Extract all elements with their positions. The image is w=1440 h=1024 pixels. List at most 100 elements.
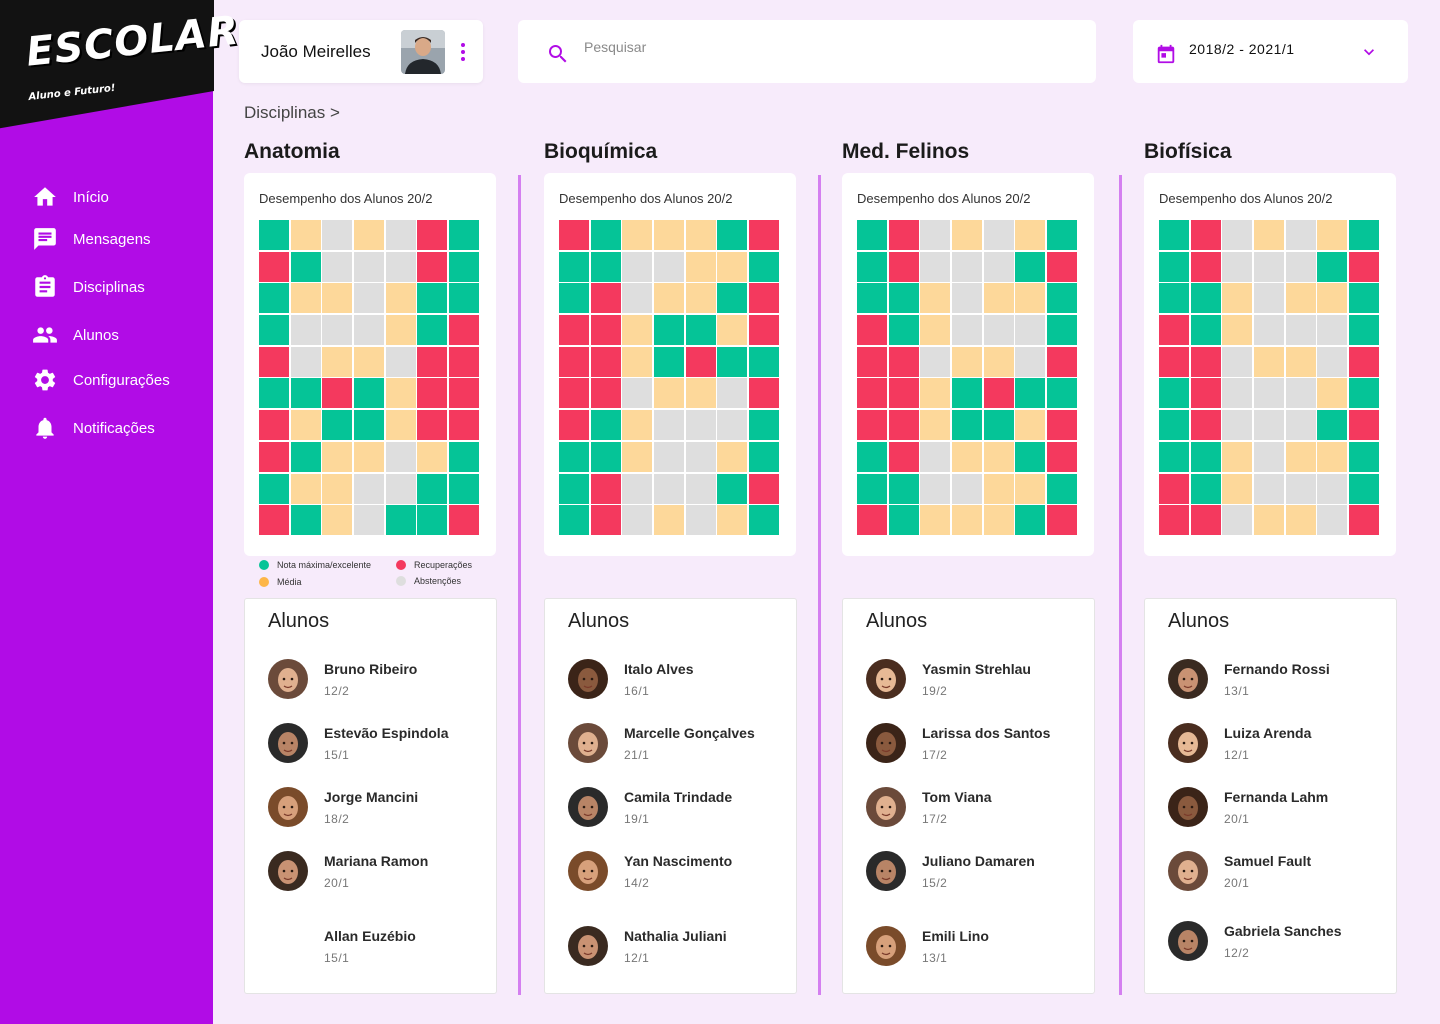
grid-cell[interactable]: [1047, 378, 1078, 409]
grid-cell[interactable]: [559, 378, 589, 409]
grid-cell[interactable]: [354, 473, 385, 504]
grid-cell[interactable]: [449, 473, 480, 504]
grid-cell[interactable]: [1047, 473, 1078, 504]
grid-cell[interactable]: [1254, 315, 1285, 346]
grid-cell[interactable]: [385, 410, 416, 441]
user-avatar[interactable]: [401, 29, 445, 74]
grid-cell[interactable]: [685, 473, 716, 504]
grid-cell[interactable]: [1222, 315, 1253, 346]
grid-cell[interactable]: [385, 220, 416, 250]
grid-cell[interactable]: [654, 473, 685, 504]
grid-cell[interactable]: [1159, 378, 1189, 409]
grid-cell[interactable]: [449, 441, 480, 472]
grid-cell[interactable]: [857, 283, 887, 314]
grid-cell[interactable]: [1349, 220, 1380, 250]
grid-cell[interactable]: [590, 315, 621, 346]
grid-cell[interactable]: [685, 441, 716, 472]
grid-cell[interactable]: [622, 315, 653, 346]
grid-cell[interactable]: [857, 473, 887, 504]
grid-cell[interactable]: [622, 410, 653, 441]
grid-cell[interactable]: [322, 251, 353, 282]
grid-cell[interactable]: [1349, 505, 1380, 536]
grid-cell[interactable]: [1222, 283, 1253, 314]
grid-cell[interactable]: [449, 378, 480, 409]
grid-cell[interactable]: [1159, 473, 1189, 504]
grid-cell[interactable]: [354, 378, 385, 409]
grid-cell[interactable]: [1015, 378, 1046, 409]
grid-cell[interactable]: [622, 283, 653, 314]
grid-cell[interactable]: [1317, 346, 1348, 377]
grid-cell[interactable]: [1254, 473, 1285, 504]
grid-cell[interactable]: [1190, 283, 1221, 314]
grid-cell[interactable]: [354, 505, 385, 536]
grid-cell[interactable]: [1349, 346, 1380, 377]
grid-cell[interactable]: [888, 315, 919, 346]
grid-cell[interactable]: [385, 346, 416, 377]
grid-cell[interactable]: [417, 251, 448, 282]
grid-cell[interactable]: [1285, 441, 1316, 472]
grid-cell[interactable]: [1349, 251, 1380, 282]
grid-cell[interactable]: [354, 220, 385, 250]
grid-cell[interactable]: [1254, 251, 1285, 282]
student-item[interactable]: Allan Euzébio 15/1: [268, 926, 416, 966]
grid-cell[interactable]: [259, 315, 289, 346]
grid-cell[interactable]: [1349, 378, 1380, 409]
grid-cell[interactable]: [1159, 283, 1189, 314]
grid-cell[interactable]: [717, 220, 748, 250]
sidebar-item-notificacoes[interactable]: Notificações: [32, 415, 155, 441]
grid-cell[interactable]: [952, 410, 983, 441]
grid-cell[interactable]: [1190, 410, 1221, 441]
sidebar-item-disciplinas[interactable]: Disciplinas: [32, 274, 145, 300]
grid-cell[interactable]: [920, 505, 951, 536]
student-item[interactable]: Marcelle Gonçalves 21/1: [568, 723, 755, 763]
grid-cell[interactable]: [385, 441, 416, 472]
grid-cell[interactable]: [1190, 505, 1221, 536]
grid-cell[interactable]: [290, 315, 321, 346]
grid-cell[interactable]: [1317, 283, 1348, 314]
grid-cell[interactable]: [1047, 315, 1078, 346]
grid-cell[interactable]: [654, 220, 685, 250]
student-item[interactable]: Yan Nascimento 14/2: [568, 851, 732, 891]
grid-cell[interactable]: [983, 315, 1014, 346]
grid-cell[interactable]: [1349, 315, 1380, 346]
grid-cell[interactable]: [1047, 251, 1078, 282]
grid-cell[interactable]: [717, 283, 748, 314]
grid-cell[interactable]: [920, 473, 951, 504]
user-menu-icon[interactable]: [457, 42, 469, 61]
grid-cell[interactable]: [322, 315, 353, 346]
grid-cell[interactable]: [1285, 220, 1316, 250]
grid-cell[interactable]: [1285, 346, 1316, 377]
student-item[interactable]: Fernanda Lahm 20/1: [1168, 787, 1328, 827]
student-item[interactable]: Camila Trindade 19/1: [568, 787, 732, 827]
grid-cell[interactable]: [983, 505, 1014, 536]
grid-cell[interactable]: [717, 315, 748, 346]
grid-cell[interactable]: [290, 505, 321, 536]
grid-cell[interactable]: [749, 505, 780, 536]
student-item[interactable]: Fernando Rossi 13/1: [1168, 659, 1330, 699]
grid-cell[interactable]: [354, 283, 385, 314]
grid-cell[interactable]: [622, 441, 653, 472]
grid-cell[interactable]: [888, 251, 919, 282]
grid-cell[interactable]: [322, 220, 353, 250]
grid-cell[interactable]: [983, 441, 1014, 472]
grid-cell[interactable]: [1222, 251, 1253, 282]
student-item[interactable]: Luiza Arenda 12/1: [1168, 723, 1311, 763]
grid-cell[interactable]: [417, 473, 448, 504]
grid-cell[interactable]: [888, 473, 919, 504]
grid-cell[interactable]: [857, 378, 887, 409]
grid-cell[interactable]: [622, 220, 653, 250]
student-item[interactable]: Samuel Fault 20/1: [1168, 851, 1311, 891]
grid-cell[interactable]: [1317, 441, 1348, 472]
grid-cell[interactable]: [857, 410, 887, 441]
grid-cell[interactable]: [417, 315, 448, 346]
grid-cell[interactable]: [983, 346, 1014, 377]
breadcrumb[interactable]: Disciplinas >: [244, 103, 340, 123]
grid-cell[interactable]: [290, 346, 321, 377]
grid-cell[interactable]: [1285, 505, 1316, 536]
grid-cell[interactable]: [259, 251, 289, 282]
grid-cell[interactable]: [1254, 220, 1285, 250]
grid-cell[interactable]: [590, 410, 621, 441]
grid-cell[interactable]: [1222, 378, 1253, 409]
grid-cell[interactable]: [654, 315, 685, 346]
grid-cell[interactable]: [590, 251, 621, 282]
